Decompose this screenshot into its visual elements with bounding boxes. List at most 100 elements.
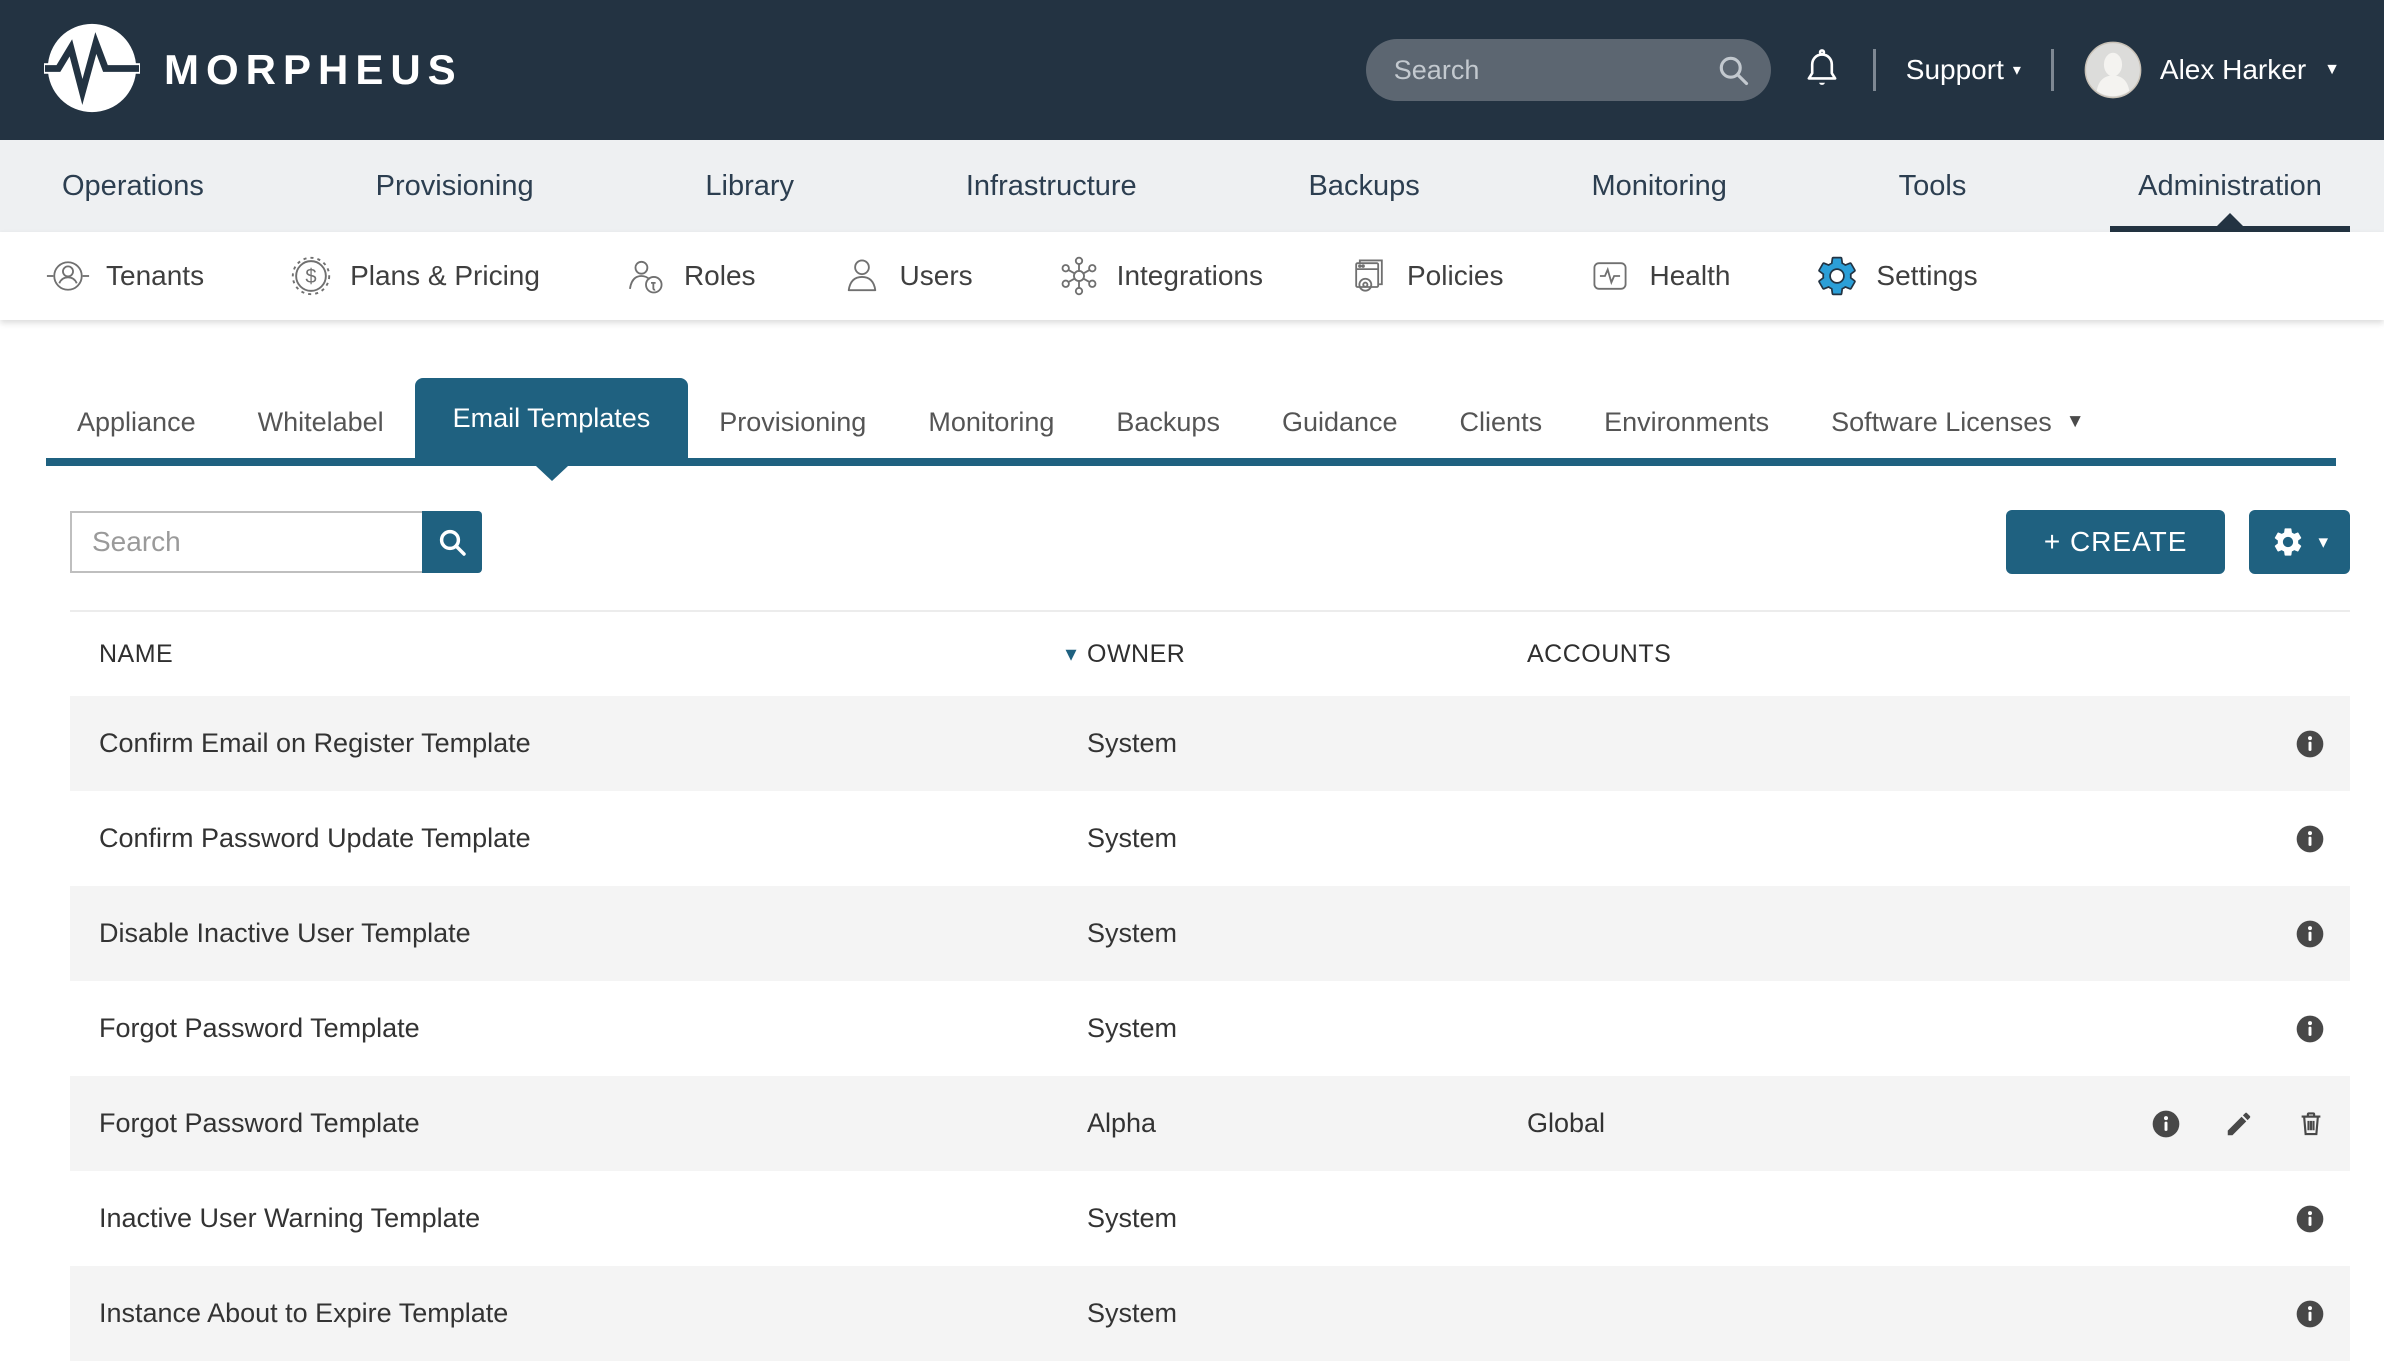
table-row[interactable]: Confirm Password Update Template System [70, 791, 2350, 886]
subnav-item-users[interactable]: Users [840, 254, 973, 298]
templates-toolbar: + CREATE ▾ [70, 510, 2350, 574]
template-name-cell: Confirm Email on Register Template [99, 728, 1087, 759]
table-row[interactable]: Disable Inactive User Template System [70, 886, 2350, 981]
settings-content: Appliance Whitelabel Email Templates Pro… [0, 320, 2384, 1361]
subnav-item-policies[interactable]: Policies [1347, 254, 1503, 298]
global-search [1366, 39, 1771, 101]
active-tab-pointer [536, 466, 568, 481]
info-icon[interactable] [2294, 1203, 2326, 1235]
owner-cell: System [1087, 823, 1527, 854]
nav-item-label: Provisioning [376, 170, 534, 203]
nav-item-library[interactable]: Library [705, 140, 794, 232]
support-label: Support [1906, 54, 2004, 86]
info-icon[interactable] [2294, 1013, 2326, 1045]
nav-item-backups[interactable]: Backups [1308, 140, 1419, 232]
users-icon [840, 254, 884, 298]
sort-desc-icon[interactable]: ▾ [1065, 641, 1077, 667]
tab-email-templates[interactable]: Email Templates [415, 378, 689, 458]
tab-backups[interactable]: Backups [1085, 386, 1251, 458]
row-actions [2030, 1203, 2350, 1235]
tenants-icon [46, 254, 90, 298]
top-header-bar: MORPHEUS Support ▾ Alex Harker ▼ [0, 0, 2384, 140]
subnav-item-label: Users [900, 260, 973, 292]
main-navigation: Operations Provisioning Library Infrastr… [0, 140, 2384, 232]
template-search-button[interactable] [422, 511, 482, 573]
table-row[interactable]: Inactive User Warning Template System [70, 1171, 2350, 1266]
table-row[interactable]: Confirm Email on Register Template Syste… [70, 696, 2350, 791]
tab-environments[interactable]: Environments [1573, 386, 1800, 458]
nav-item-provisioning[interactable]: Provisioning [376, 140, 534, 232]
tab-label: Provisioning [719, 407, 866, 438]
owner-cell: System [1087, 1203, 1527, 1234]
subnav-item-health[interactable]: Health [1587, 254, 1730, 298]
tab-label: Appliance [77, 407, 196, 438]
nav-item-tools[interactable]: Tools [1899, 140, 1967, 232]
nav-item-label: Tools [1899, 170, 1967, 203]
column-header-accounts[interactable]: ACCOUNTS [1527, 640, 2030, 669]
table-body: Confirm Email on Register Template Syste… [70, 696, 2350, 1361]
info-icon[interactable] [2294, 823, 2326, 855]
search-icon[interactable] [1715, 52, 1751, 93]
nav-item-infrastructure[interactable]: Infrastructure [966, 140, 1137, 232]
notifications-bell-icon[interactable] [1801, 47, 1843, 93]
tab-clients[interactable]: Clients [1429, 386, 1574, 458]
template-name-cell: Forgot Password Template [99, 1108, 1087, 1139]
chevron-down-icon: ▾ [2318, 531, 2328, 554]
column-header-owner[interactable]: OWNER [1087, 640, 1527, 669]
delete-icon[interactable] [2296, 1109, 2326, 1139]
tab-whitelabel[interactable]: Whitelabel [227, 386, 415, 458]
nav-item-operations[interactable]: Operations [62, 140, 204, 232]
policies-icon [1347, 254, 1391, 298]
subnav-item-label: Tenants [106, 260, 204, 292]
tab-label: Email Templates [453, 403, 651, 434]
subnav-item-plans-pricing[interactable]: $ Plans & Pricing [288, 253, 540, 299]
info-icon[interactable] [2294, 918, 2326, 950]
info-icon[interactable] [2150, 1108, 2182, 1140]
template-name-cell: Forgot Password Template [99, 1013, 1087, 1044]
nav-item-label: Backups [1308, 170, 1419, 203]
subnav-item-label: Integrations [1117, 260, 1263, 292]
nav-item-monitoring[interactable]: Monitoring [1591, 140, 1726, 232]
integrations-icon [1057, 254, 1101, 298]
support-menu[interactable]: Support ▾ [1906, 54, 2021, 86]
tab-guidance[interactable]: Guidance [1251, 386, 1429, 458]
user-menu[interactable]: Alex Harker ▼ [2084, 41, 2340, 99]
nav-item-administration[interactable]: Administration [2138, 140, 2322, 232]
subnav-item-integrations[interactable]: Integrations [1057, 254, 1263, 298]
template-search-input[interactable] [70, 511, 422, 573]
subnav-item-tenants[interactable]: Tenants [46, 254, 204, 298]
edit-icon[interactable] [2224, 1109, 2254, 1139]
subnav-item-label: Roles [684, 260, 756, 292]
tab-provisioning[interactable]: Provisioning [688, 386, 897, 458]
template-name-cell: Disable Inactive User Template [99, 918, 1087, 949]
admin-sub-navigation: Tenants $ Plans & Pricing Roles Users In… [0, 232, 2384, 320]
pricing-icon: $ [288, 253, 334, 299]
subnav-item-settings[interactable]: Settings [1814, 253, 1977, 299]
health-icon [1587, 254, 1633, 298]
table-row[interactable]: Forgot Password Template Alpha Global [70, 1076, 2350, 1171]
row-actions [2030, 1013, 2350, 1045]
info-icon[interactable] [2294, 728, 2326, 760]
morpheus-logo-icon [44, 18, 140, 123]
create-button[interactable]: + CREATE [2006, 510, 2226, 574]
tab-monitoring[interactable]: Monitoring [897, 386, 1085, 458]
brand[interactable]: MORPHEUS [44, 18, 463, 123]
table-row[interactable]: Forgot Password Template System [70, 981, 2350, 1076]
header-divider [1873, 49, 1876, 91]
accounts-cell: Global [1527, 1108, 2030, 1139]
row-actions [2030, 918, 2350, 950]
chevron-down-icon: ▼ [2324, 61, 2340, 79]
gear-icon [2271, 525, 2305, 559]
global-search-input[interactable] [1366, 39, 1771, 101]
table-header-row: NAME ▾ OWNER ACCOUNTS [70, 612, 2350, 696]
tab-software-licenses[interactable]: Software Licenses ▼ [1800, 386, 2115, 458]
subnav-item-roles[interactable]: Roles [624, 254, 756, 298]
column-header-name[interactable]: NAME ▾ [99, 640, 1087, 669]
tab-appliance[interactable]: Appliance [46, 386, 227, 458]
subnav-item-label: Policies [1407, 260, 1503, 292]
tab-label: Whitelabel [258, 407, 384, 438]
chevron-down-icon: ▾ [2013, 60, 2021, 80]
email-templates-table: NAME ▾ OWNER ACCOUNTS Confirm Email on R… [70, 610, 2350, 1361]
nav-item-label: Library [705, 170, 794, 203]
table-settings-button[interactable]: ▾ [2249, 510, 2350, 574]
